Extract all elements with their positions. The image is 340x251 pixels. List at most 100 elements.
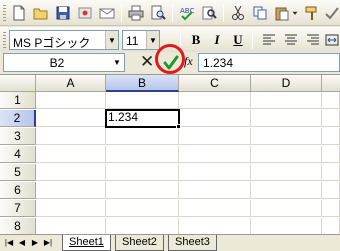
row-header-8[interactable]: 8 bbox=[0, 218, 36, 235]
email-icon[interactable] bbox=[97, 3, 117, 23]
column-header-c[interactable]: C bbox=[179, 75, 251, 92]
grid-cell[interactable] bbox=[322, 200, 340, 217]
column-header-e[interactable] bbox=[322, 75, 340, 92]
grid-cell[interactable] bbox=[36, 92, 106, 109]
grid-cell[interactable] bbox=[36, 110, 106, 127]
formula-value: 1.234 bbox=[203, 56, 234, 70]
grid-cell[interactable] bbox=[179, 164, 251, 181]
grid-cell[interactable] bbox=[251, 146, 322, 163]
sheet-tab-1[interactable]: Sheet1 bbox=[62, 235, 111, 251]
previous-sheet-icon[interactable]: ◀ bbox=[16, 237, 28, 249]
row-header-2[interactable]: 2 bbox=[0, 110, 36, 127]
grid-cell[interactable] bbox=[106, 182, 179, 199]
font-name-dropdown[interactable]: MS Pゴシック ▼ bbox=[9, 30, 119, 50]
grid-cell[interactable] bbox=[322, 110, 340, 127]
cut-icon[interactable] bbox=[228, 3, 248, 23]
worksheet-grid[interactable]: A B C D 1 2 3 4 5 6 7 8 1.234 bbox=[0, 74, 340, 235]
grid-cell[interactable] bbox=[36, 218, 106, 235]
bold-button[interactable]: B bbox=[187, 31, 205, 49]
formula-input[interactable]: 1.234 bbox=[198, 53, 340, 72]
column-header-b[interactable]: B bbox=[106, 75, 179, 92]
grid-cell[interactable] bbox=[36, 200, 106, 217]
chevron-down-icon[interactable]: ▼ bbox=[105, 31, 118, 49]
check-icon[interactable] bbox=[322, 3, 340, 23]
row-header-1[interactable]: 1 bbox=[0, 92, 36, 109]
select-all-corner[interactable] bbox=[0, 75, 36, 92]
italic-button[interactable]: I bbox=[208, 31, 226, 49]
grid-cell[interactable] bbox=[106, 164, 179, 181]
grid-cell[interactable] bbox=[179, 146, 251, 163]
row-header-4[interactable]: 4 bbox=[0, 146, 36, 163]
next-sheet-icon[interactable]: ▶ bbox=[29, 237, 41, 249]
underline-button[interactable]: U bbox=[229, 31, 247, 49]
sheet-tab-bar: |◀ ◀ ▶ ▶| Sheet1 Sheet2 Sheet3 bbox=[0, 234, 340, 251]
sheet-tab-2[interactable]: Sheet2 bbox=[115, 235, 164, 251]
toolbar-grip[interactable] bbox=[3, 32, 6, 48]
grid-cell[interactable] bbox=[322, 128, 340, 145]
grid-cell[interactable] bbox=[251, 200, 322, 217]
last-sheet-icon[interactable]: ▶| bbox=[42, 237, 54, 249]
new-file-icon[interactable] bbox=[9, 3, 29, 23]
grid-cell[interactable] bbox=[179, 110, 251, 127]
grid-cell[interactable] bbox=[322, 146, 340, 163]
open-folder-icon[interactable] bbox=[31, 3, 51, 23]
paste-icon[interactable] bbox=[272, 3, 292, 23]
column-header-d[interactable]: D bbox=[251, 75, 322, 92]
grid-cell[interactable] bbox=[251, 218, 322, 235]
name-box[interactable]: B2 ▼ bbox=[3, 53, 125, 72]
cancel-edit-button[interactable]: ✕ bbox=[140, 52, 154, 72]
grid-cell[interactable] bbox=[322, 164, 340, 181]
grid-cell[interactable] bbox=[36, 128, 106, 145]
grid-cell[interactable] bbox=[251, 110, 322, 127]
row-header-7[interactable]: 7 bbox=[0, 200, 36, 217]
grid-cell[interactable] bbox=[179, 200, 251, 217]
grid-cell[interactable] bbox=[106, 146, 179, 163]
font-size-dropdown[interactable]: 11 ▼ bbox=[122, 30, 160, 50]
grid-cell[interactable] bbox=[251, 128, 322, 145]
chevron-down-icon[interactable]: ▼ bbox=[111, 55, 123, 70]
copy-icon[interactable] bbox=[250, 3, 270, 23]
spelling-check-icon[interactable]: ABC bbox=[177, 3, 197, 23]
sheet-tab-3[interactable]: Sheet3 bbox=[168, 235, 217, 251]
grid-cell[interactable] bbox=[322, 182, 340, 199]
grid-cell[interactable] bbox=[106, 128, 179, 145]
grid-cell[interactable] bbox=[251, 182, 322, 199]
row-header-6[interactable]: 6 bbox=[0, 182, 36, 199]
annotation-highlight-circle bbox=[155, 44, 185, 74]
align-left-icon[interactable] bbox=[259, 30, 279, 50]
grid-cell[interactable] bbox=[36, 164, 106, 181]
grid-cell[interactable] bbox=[106, 218, 179, 235]
grid-cell[interactable] bbox=[179, 128, 251, 145]
format-painter-icon[interactable] bbox=[302, 3, 322, 23]
print-preview-icon[interactable] bbox=[148, 3, 168, 23]
grid-cell[interactable] bbox=[322, 92, 340, 109]
grid-cell[interactable] bbox=[106, 92, 179, 109]
merge-center-icon[interactable] bbox=[322, 30, 340, 50]
insert-function-button[interactable]: fx bbox=[184, 54, 193, 69]
grid-cell[interactable] bbox=[36, 182, 106, 199]
grid-cell[interactable] bbox=[179, 218, 251, 235]
column-header-a[interactable]: A bbox=[36, 75, 106, 92]
fill-handle[interactable] bbox=[176, 124, 181, 129]
row-header-3[interactable]: 3 bbox=[0, 128, 36, 145]
grid-cell[interactable] bbox=[36, 146, 106, 163]
row-header-5[interactable]: 5 bbox=[0, 164, 36, 181]
toolbar-separator bbox=[223, 4, 224, 22]
paste-dropdown-icon[interactable] bbox=[290, 3, 300, 23]
research-icon[interactable] bbox=[199, 3, 219, 23]
grid-cell[interactable] bbox=[251, 164, 322, 181]
grid-cell[interactable] bbox=[179, 182, 251, 199]
active-cell-b2[interactable]: 1.234 bbox=[105, 109, 180, 128]
first-sheet-icon[interactable]: |◀ bbox=[3, 237, 15, 249]
permission-icon[interactable] bbox=[75, 3, 95, 23]
save-icon[interactable] bbox=[53, 3, 73, 23]
align-right-icon[interactable] bbox=[303, 30, 323, 50]
grid-cell[interactable] bbox=[322, 218, 340, 235]
chevron-down-icon[interactable]: ▼ bbox=[146, 31, 159, 49]
grid-cell[interactable] bbox=[106, 200, 179, 217]
grid-cell[interactable] bbox=[251, 92, 322, 109]
grid-cell[interactable] bbox=[179, 92, 251, 109]
toolbar-grip[interactable] bbox=[3, 5, 6, 21]
print-icon[interactable] bbox=[126, 3, 146, 23]
align-center-icon[interactable] bbox=[281, 30, 301, 50]
